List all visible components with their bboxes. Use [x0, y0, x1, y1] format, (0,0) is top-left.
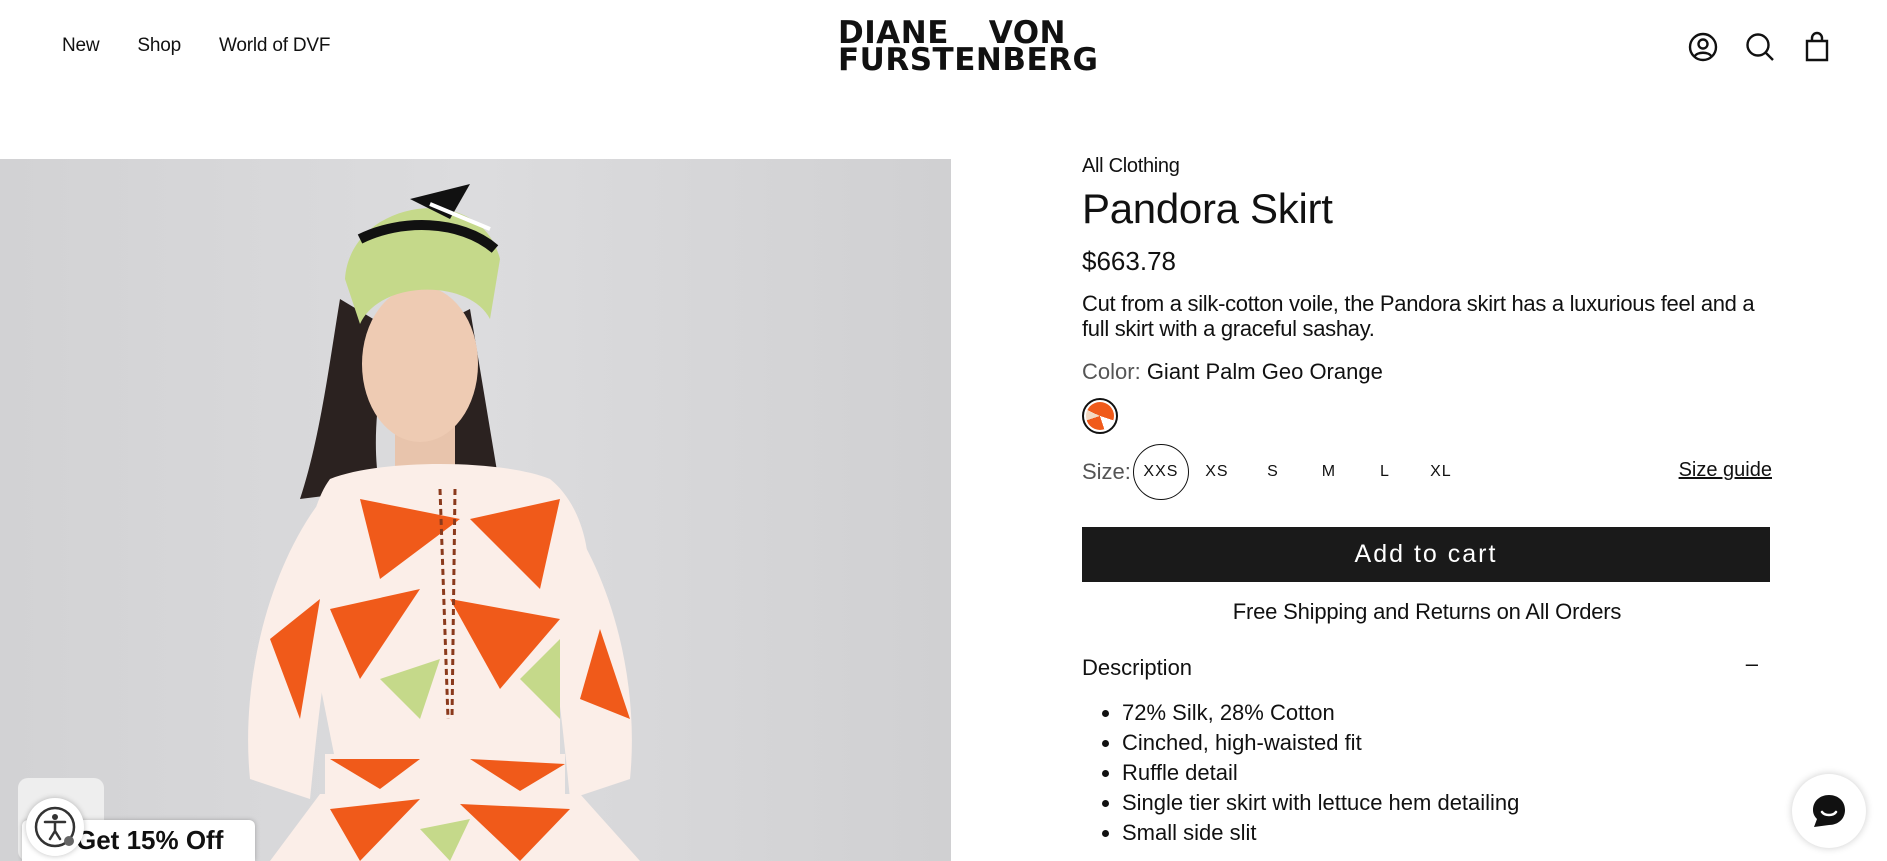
bag-icon[interactable] [1801, 31, 1833, 63]
color-value: Giant Palm Geo Orange [1146, 359, 1383, 385]
size-selector: Size: XXS XS S M L XL Size guide [1082, 444, 1772, 501]
chat-icon [1813, 795, 1845, 827]
size-label: Size: [1082, 459, 1131, 485]
description-details-list: 72% Silk, 28% Cotton Cinched, high-waist… [1082, 698, 1772, 848]
size-guide-link[interactable]: Size guide [1679, 459, 1772, 482]
size-option-xxs[interactable]: XXS [1132, 444, 1189, 501]
search-icon[interactable] [1744, 31, 1776, 63]
size-option-m[interactable]: M [1301, 444, 1357, 500]
product-image[interactable] [0, 159, 951, 861]
description-accordion-header[interactable]: Description – [1082, 651, 1772, 681]
nav-new[interactable]: New [62, 35, 100, 57]
swatch-pattern [1086, 402, 1114, 431]
size-option-s[interactable]: S [1245, 444, 1301, 500]
chat-button[interactable] [1792, 774, 1866, 848]
list-item: Cinched, high-waisted fit [1122, 728, 1772, 758]
product-description: Cut from a silk-cotton voile, the Pandor… [1082, 291, 1755, 342]
list-item: Ruffle detail [1122, 758, 1772, 788]
shipping-note: Free Shipping and Returns on All Orders [1232, 599, 1622, 625]
description-heading: Description [1082, 655, 1193, 681]
add-to-cart-button[interactable]: Add to cart [1082, 527, 1770, 583]
product-price: $663.78 [1082, 246, 1176, 277]
nav-shop[interactable]: Shop [137, 35, 181, 57]
accessibility-button[interactable] [26, 798, 84, 856]
breadcrumb[interactable]: All Clothing [1082, 155, 1772, 178]
color-line: Color: Giant Palm Geo Orange [1082, 359, 1772, 385]
list-item: Small side slit [1122, 818, 1772, 848]
account-icon[interactable] [1687, 31, 1719, 63]
accessibility-icon [34, 806, 76, 848]
size-option-xs[interactable]: XS [1189, 444, 1245, 500]
site-header: New Shop World of DVF DIANE VON FURSTENB… [0, 0, 1887, 96]
logo-word-furstenberg: FURSTENBERG [838, 42, 1099, 78]
size-option-xl[interactable]: XL [1413, 444, 1469, 500]
brand-logo[interactable]: DIANE VON FURSTENBERG [838, 18, 1099, 78]
product-details: All Clothing Pandora Skirt $663.78 Cut f… [1082, 155, 1772, 848]
size-option-l[interactable]: L [1357, 444, 1413, 500]
color-label: Color: [1082, 359, 1141, 385]
color-swatch[interactable] [1082, 398, 1118, 435]
collapse-icon[interactable]: – [1746, 651, 1758, 677]
list-item: Single tier skirt with lettuce hem detai… [1122, 788, 1772, 818]
main-nav: New Shop World of DVF [62, 35, 330, 57]
nav-world-of-dvf[interactable]: World of DVF [219, 35, 330, 57]
product-title: Pandora Skirt [1082, 185, 1333, 232]
list-item: 72% Silk, 28% Cotton [1122, 698, 1772, 728]
